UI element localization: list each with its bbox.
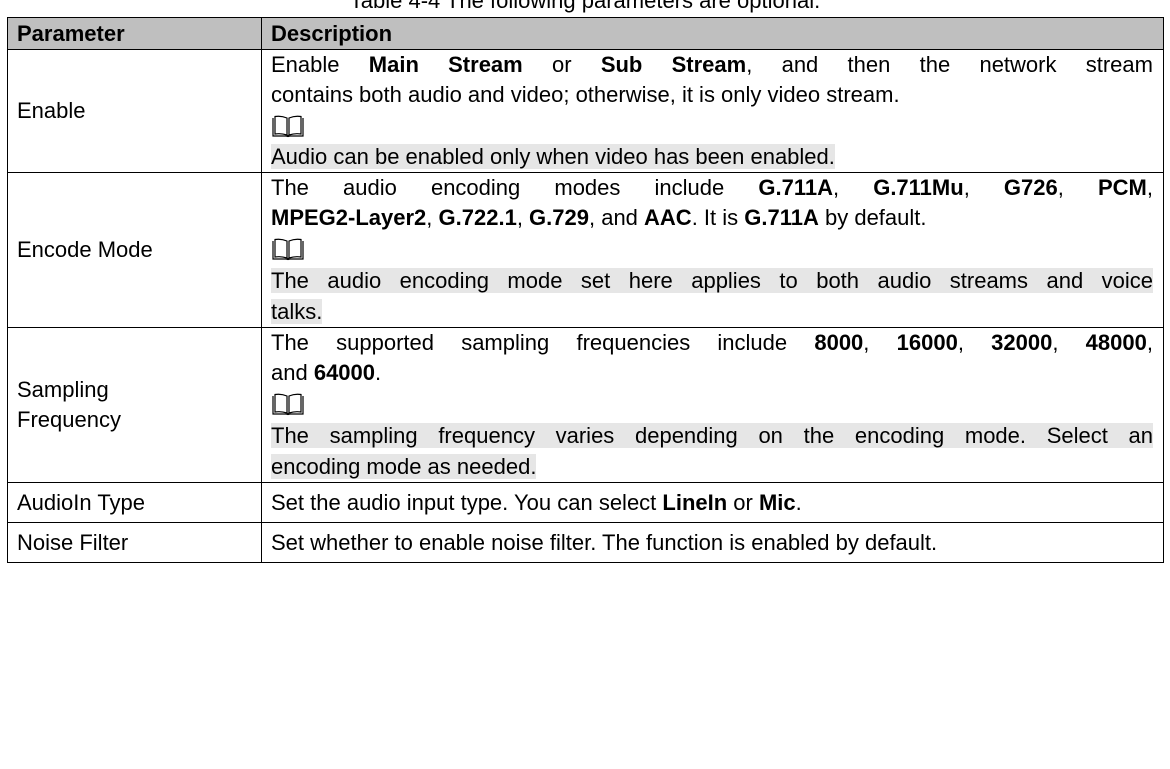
emphasized-term: 8000 [814,330,864,355]
parameter-name: Noise Filter [7,522,262,563]
description-line: Set whether to enable noise filter. The … [271,528,1153,558]
description-line: contains both audio and video; otherwise… [271,80,1153,110]
parameter-name: AudioIn Type [7,482,262,523]
description-text: , [1052,330,1086,355]
emphasized-term: G.729 [529,205,589,230]
description-line: The audio encoding modes include G.711A,… [271,173,1153,203]
book-icon [272,238,304,261]
description-text: , [1057,175,1098,200]
description-text: or [522,52,601,77]
description-text: , and then the network stream [746,52,1153,77]
parameter-name: Encode Mode [7,172,262,328]
description-text: , and [588,205,645,230]
emphasized-term: 16000 [896,330,958,355]
description-line: The supported sampling frequencies inclu… [271,328,1153,358]
description-line: Enable Main Stream or Sub Stream, and th… [271,50,1153,80]
note-text: talks. [271,299,323,324]
book-icon [272,393,304,416]
parameter-name: Sampling Frequency [7,327,262,483]
header-description: Description [261,17,1164,50]
parameter-name: Enable [7,49,262,173]
emphasized-term: 32000 [991,330,1053,355]
emphasized-term: Sub Stream [600,52,747,77]
description-text: The supported sampling frequencies inclu… [271,330,815,355]
parameter-description: Set the audio input type. You can select… [261,482,1164,523]
description-text: , [516,205,530,230]
table-row: Noise Filter Set whether to enable noise… [7,522,1164,563]
description-text: Set the audio input type. You can select [271,489,663,515]
description-text: The audio encoding modes include [271,175,759,200]
description-text: , [1146,330,1153,355]
description-line: and 64000. [271,358,1153,388]
emphasized-term: G.711A [744,205,819,230]
description-text: Enable [271,52,369,77]
emphasized-term: LineIn [662,489,728,515]
description-text: Set whether to enable noise filter. The … [271,529,938,555]
emphasized-term: G.711Mu [873,175,964,200]
description-text: , [963,175,1004,200]
description-text: contains both audio and video; otherwise… [271,82,900,107]
emphasized-term: Main Stream [368,52,523,77]
description-text: or [727,489,759,515]
parameter-description: The supported sampling frequencies inclu… [261,327,1164,483]
table-row: Encode Mode The audio encoding modes inc… [7,172,1164,328]
description-line: MPEG2-Layer2, G.722.1, G.729, and AAC. I… [271,203,1153,233]
table-header-row: Parameter Description [7,17,1164,50]
header-parameter: Parameter [7,17,262,50]
note-text: The audio encoding mode set here applies… [271,268,1153,293]
parameter-name-line: Frequency [17,407,121,432]
description-text: , [1146,175,1153,200]
emphasized-term: 48000 [1085,330,1147,355]
note-text: Audio can be enabled only when video has… [271,144,835,169]
parameters-table: Parameter Description Enable Enable Main… [7,17,1164,563]
book-icon [272,115,304,138]
parameter-description: Set whether to enable noise filter. The … [261,522,1164,563]
description-text: . [795,489,802,515]
description-text: . It is [691,205,745,230]
parameter-name-line: Sampling [17,377,109,402]
emphasized-term: 64000 [313,360,376,385]
description-text: , [957,330,992,355]
note-text: The sampling frequency varies depending … [271,423,1153,448]
emphasized-term: AAC [644,205,692,230]
description-text: and [271,360,314,385]
table-row: Enable Enable Main Stream or Sub Stream,… [7,49,1164,173]
table-row: AudioIn Type Set the audio input type. Y… [7,482,1164,523]
description-text: by default. [818,205,927,230]
table-caption: Table 4-4 The following parameters are o… [349,0,821,13]
description-text: , [832,175,874,200]
table-row: Sampling Frequency The supported samplin… [7,327,1164,483]
emphasized-term: MPEG2-Layer2 [271,205,427,230]
note-text: encoding mode as needed. [271,454,537,479]
emphasized-term: G726 [1003,175,1058,200]
description-text: , [426,205,439,230]
emphasized-term: G.711A [758,175,833,200]
description-line: Set the audio input type. You can select… [271,488,1153,518]
parameter-description: The audio encoding modes include G.711A,… [261,172,1164,328]
description-text: , [863,330,897,355]
parameter-description: Enable Main Stream or Sub Stream, and th… [261,49,1164,173]
emphasized-term: G.722.1 [438,205,517,230]
description-text: . [375,360,382,385]
emphasized-term: Mic [758,489,796,515]
emphasized-term: PCM [1097,175,1147,200]
